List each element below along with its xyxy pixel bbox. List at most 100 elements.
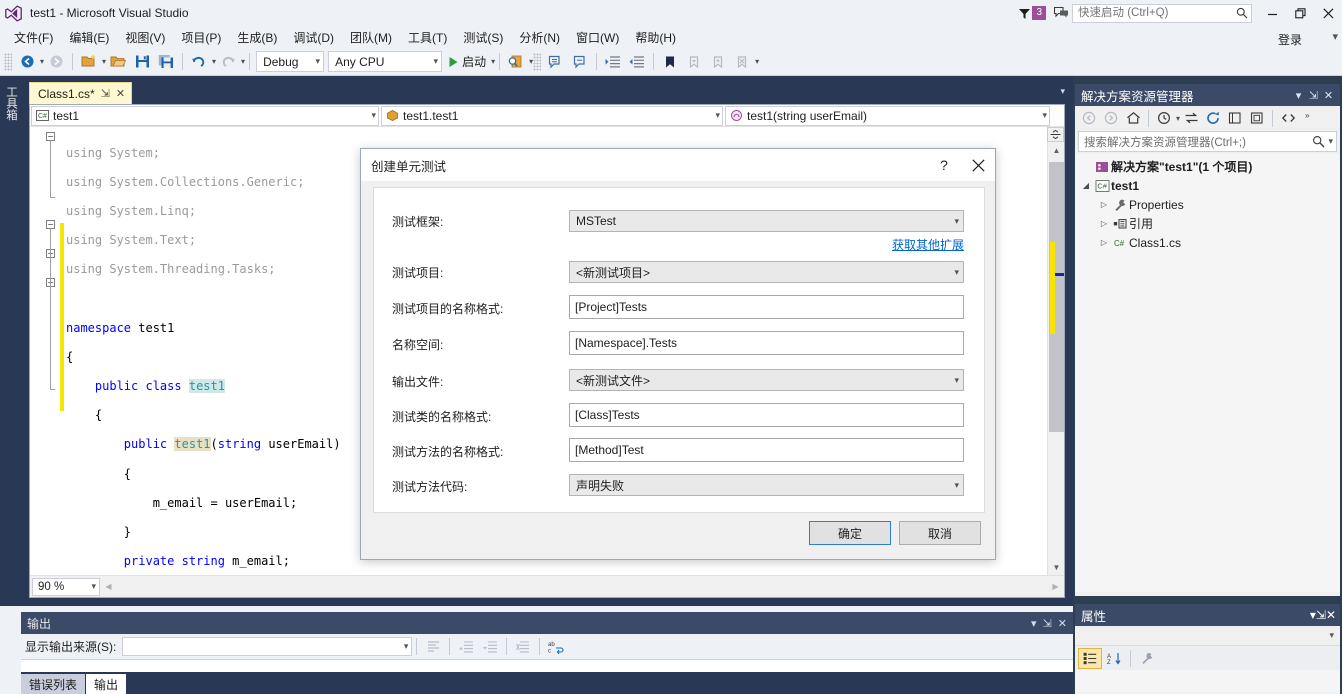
home-icon[interactable]	[1122, 108, 1144, 129]
tree-item-references[interactable]: ▷ 引用	[1075, 214, 1340, 233]
menu-item-view[interactable]: 视图(V)	[117, 26, 173, 49]
menu-item-tools[interactable]: 工具(T)	[400, 26, 455, 49]
properties-grid[interactable]	[1075, 670, 1340, 692]
tree-item-project-test1[interactable]: ◢ C# test1	[1075, 176, 1340, 195]
save-icon[interactable]	[131, 51, 153, 73]
menu-item-file[interactable]: 文件(F)	[6, 26, 61, 49]
chevron-down-icon[interactable]: ▾	[1031, 617, 1037, 630]
notification-flag-icon[interactable]: 3	[1018, 6, 1046, 20]
solution-tree[interactable]: 解决方案"test1"(1 个项目) ◢ C# test1 ▷ Properti…	[1075, 154, 1340, 592]
quick-launch-box[interactable]	[1072, 3, 1252, 23]
previous-bookmark-icon[interactable]	[683, 51, 705, 73]
editor-horizontal-scrollbar[interactable]	[119, 578, 1045, 595]
ok-button[interactable]: 确定	[809, 521, 891, 545]
go-to-previous-message-icon[interactable]	[455, 636, 477, 658]
close-icon[interactable]	[961, 150, 995, 180]
go-to-next-message-icon[interactable]	[479, 636, 501, 658]
back-icon[interactable]	[1078, 108, 1100, 129]
save-all-icon[interactable]	[155, 51, 177, 73]
close-icon[interactable]	[1314, 0, 1342, 26]
close-icon[interactable]: ✕	[1058, 617, 1067, 630]
tree-expander-collapsed[interactable]: ▷	[1097, 200, 1111, 209]
scroll-up-icon[interactable]: ▲	[1048, 142, 1065, 159]
navigate-forward-icon[interactable]	[45, 51, 67, 73]
document-tab-class1[interactable]: Class1.cs* ⇲ ✕	[29, 82, 133, 104]
redo-dropdown-icon[interactable]: ▾	[241, 57, 245, 66]
undo-dropdown-icon[interactable]: ▾	[212, 57, 216, 66]
namespace-input[interactable]: [Namespace].Tests	[569, 331, 964, 355]
new-project-icon[interactable]	[78, 51, 100, 73]
minimize-icon[interactable]	[1258, 0, 1286, 26]
cancel-button[interactable]: 取消	[899, 521, 981, 545]
redo-icon[interactable]	[217, 51, 239, 73]
test-class-name-format-input[interactable]: [Class]Tests	[569, 403, 964, 427]
menu-item-help[interactable]: 帮助(H)	[627, 26, 684, 49]
close-icon[interactable]: ✕	[116, 87, 125, 100]
output-text-area[interactable]	[21, 660, 1073, 672]
sign-in-button[interactable]: 登录	[1272, 29, 1308, 50]
categorized-view-icon[interactable]	[1078, 647, 1102, 669]
test-project-name-format-input[interactable]: [Project]Tests	[569, 295, 964, 319]
properties-wrench-icon[interactable]	[1135, 648, 1159, 669]
start-debug-dropdown-icon[interactable]: ▾	[491, 57, 495, 66]
clear-bookmarks-icon[interactable]	[731, 51, 753, 73]
tree-item-class1-cs[interactable]: ▷ C# Class1.cs	[1075, 233, 1340, 252]
start-debug-button[interactable]: 启动	[444, 51, 490, 73]
test-framework-select[interactable]: MSTest ▾	[569, 210, 964, 232]
pin-icon[interactable]: ⇲	[101, 87, 110, 100]
menu-item-project[interactable]: 项目(P)	[173, 26, 229, 49]
navbar-member-combo[interactable]: test1(string userEmail) ▾	[725, 105, 1050, 126]
comment-selection-icon[interactable]	[545, 51, 567, 73]
alphabetical-sort-icon[interactable]: AZ	[1102, 648, 1126, 669]
show-all-files-icon[interactable]	[1246, 108, 1268, 129]
find-in-files-icon[interactable]	[505, 51, 527, 73]
editor-vertical-scrollbar[interactable]: ▲ ▼	[1047, 142, 1064, 576]
uncomment-selection-icon[interactable]	[569, 51, 591, 73]
navbar-type-combo[interactable]: test1.test1 ▾	[381, 105, 723, 126]
collapse-all-icon[interactable]	[1224, 108, 1246, 129]
output-file-select[interactable]: <新测试文件> ▾	[569, 369, 964, 391]
feedback-icon[interactable]	[1050, 0, 1072, 26]
toolbar-grip[interactable]	[533, 52, 542, 71]
toolbar-overflow-icon[interactable]: ▾	[755, 57, 759, 66]
clear-all-icon[interactable]	[512, 636, 534, 658]
menu-item-build[interactable]: 生成(B)	[229, 26, 285, 49]
next-bookmark-icon[interactable]	[707, 51, 729, 73]
solution-configuration-combo[interactable]: Debug ▾	[256, 51, 325, 72]
chevron-down-icon[interactable]: ▾	[1328, 136, 1333, 147]
scroll-left-icon[interactable]: ◀	[100, 578, 117, 595]
pin-icon[interactable]: ⇲	[1306, 89, 1321, 102]
restore-icon[interactable]	[1286, 0, 1314, 26]
pin-icon[interactable]: ⇲	[1043, 617, 1052, 630]
quick-launch-input[interactable]	[1076, 6, 1236, 20]
menu-item-test[interactable]: 测试(S)	[455, 26, 511, 49]
test-method-name-format-input[interactable]: [Method]Test	[569, 438, 964, 462]
open-file-icon[interactable]	[107, 51, 129, 73]
chevron-down-icon[interactable]: ▾	[1291, 89, 1306, 102]
toolbox-vertical-tab[interactable]: 工具箱	[0, 80, 22, 127]
overflow-icon[interactable]: »	[1299, 108, 1321, 129]
tab-output[interactable]: 输出	[86, 674, 127, 694]
close-icon[interactable]: ✕	[1321, 89, 1336, 102]
find-message-icon[interactable]	[422, 636, 444, 658]
menu-item-window[interactable]: 窗口(W)	[568, 26, 627, 49]
menu-item-analyze[interactable]: 分析(N)	[511, 26, 568, 49]
navbar-project-combo[interactable]: C# test1 ▾	[31, 105, 379, 126]
bookmark-icon[interactable]	[659, 51, 681, 73]
document-tab-overflow-icon[interactable]: ▾	[1060, 86, 1065, 97]
scroll-down-icon[interactable]: ▼	[1048, 559, 1065, 576]
get-other-extensions-link[interactable]: 获取其他扩展	[892, 238, 964, 252]
menu-overflow-icon[interactable]: ▾	[1332, 30, 1338, 43]
refresh-icon[interactable]	[1202, 108, 1224, 129]
test-project-select[interactable]: <新测试项目> ▾	[569, 261, 964, 283]
scroll-right-icon[interactable]: ▶	[1047, 578, 1064, 595]
toggle-word-wrap-icon[interactable]: ab c	[545, 636, 567, 658]
navigate-back-dropdown-icon[interactable]: ▾	[40, 57, 44, 66]
close-icon[interactable]: ✕	[1326, 608, 1336, 622]
tree-item-properties[interactable]: ▷ Properties	[1075, 195, 1340, 214]
help-icon[interactable]: ?	[927, 150, 961, 180]
test-method-code-select[interactable]: 声明失败 ▾	[569, 474, 964, 496]
properties-object-combo[interactable]: ▾	[1075, 626, 1340, 646]
outlining-margin[interactable]: − − − −	[44, 127, 60, 576]
tree-expander-collapsed[interactable]: ▷	[1097, 238, 1111, 247]
